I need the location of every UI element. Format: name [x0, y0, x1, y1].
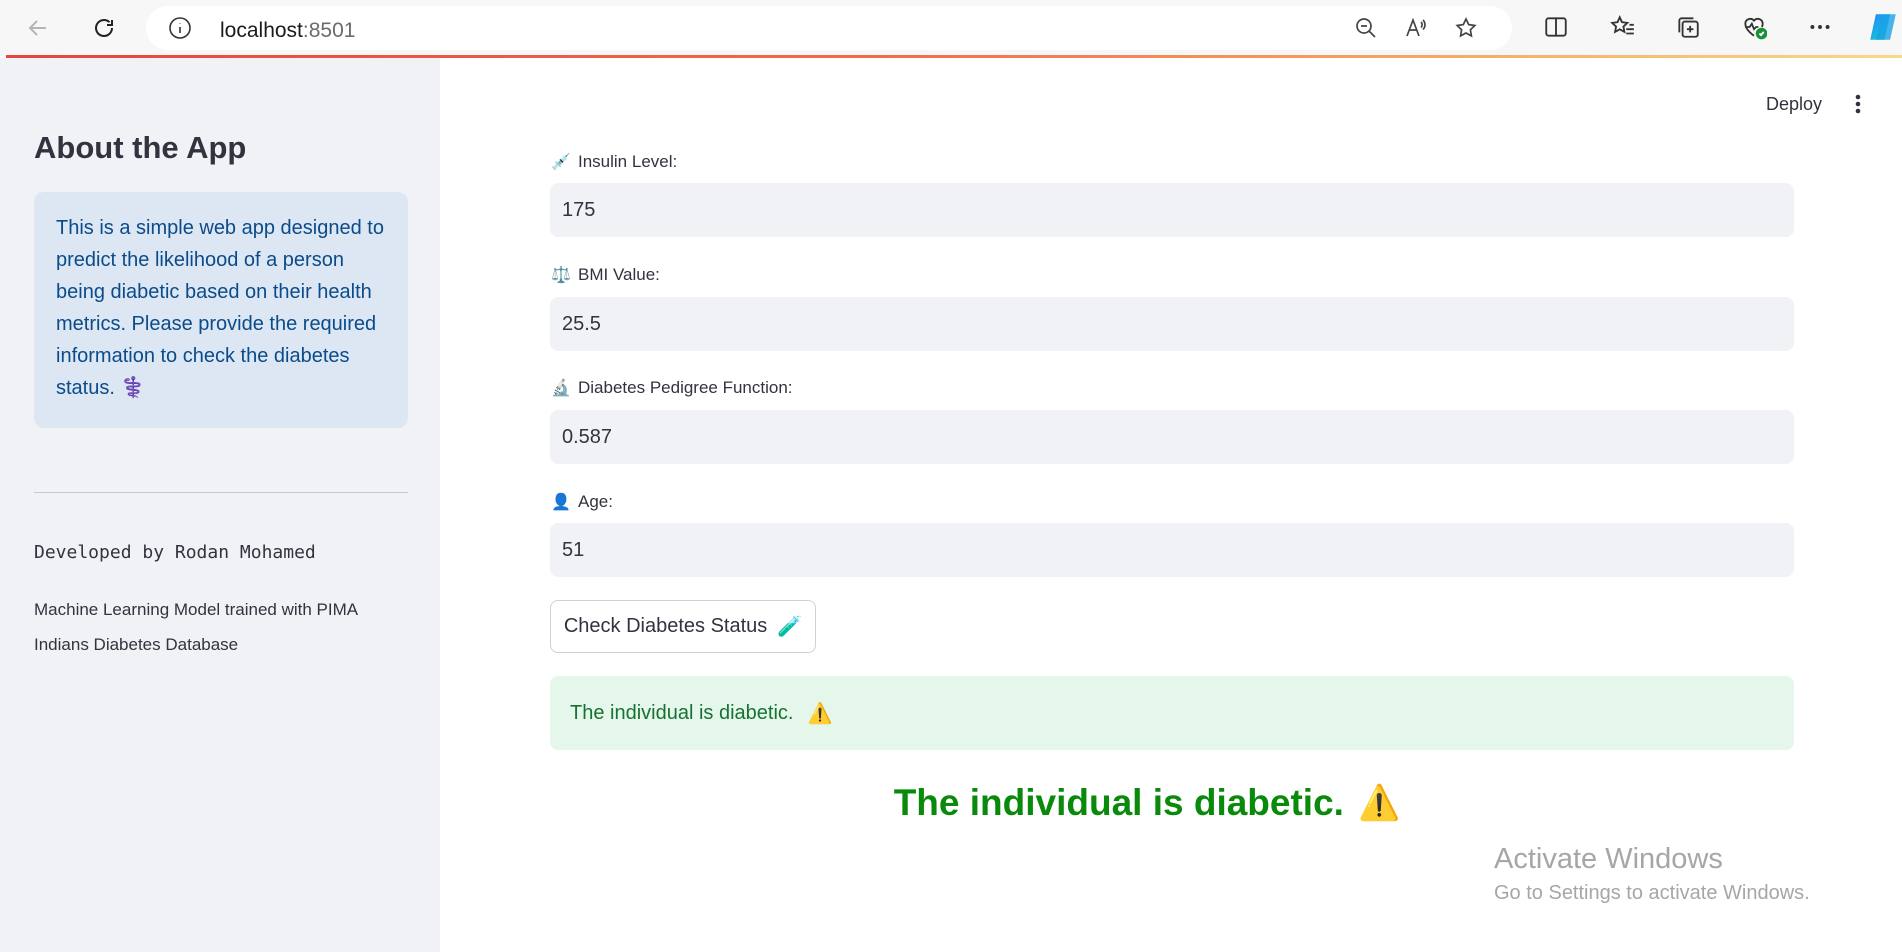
- age-label: 👤 Age:: [551, 492, 613, 511]
- browser-toolbar: localhost:8501: [0, 0, 1902, 56]
- check-diabetes-button-label: Check Diabetes Status: [563, 615, 768, 637]
- test-tube-icon: 🧪: [777, 616, 803, 638]
- age-input[interactable]: 51: [550, 523, 1794, 577]
- favorites-icon[interactable]: [1610, 14, 1636, 40]
- browser-essentials-icon[interactable]: [1741, 14, 1767, 40]
- result-headline-wrap: The individual is diabetic. ⚠️: [0, 782, 1902, 824]
- site-info-icon[interactable]: [168, 16, 192, 40]
- syringe-icon: 💉: [551, 154, 571, 171]
- result-headline: The individual is diabetic.: [893, 782, 1344, 823]
- windows-activation-watermark: Activate Windows Go to Settings to activ…: [1494, 843, 1810, 904]
- warning-icon: ⚠️: [1357, 784, 1401, 822]
- result-alert-text: The individual is diabetic.: [570, 701, 794, 724]
- sidebar-title: About the App: [34, 130, 247, 165]
- copilot-icon[interactable]: [1866, 10, 1900, 44]
- split-screen-icon[interactable]: [1543, 14, 1569, 40]
- address-bar[interactable]: localhost:8501: [146, 6, 1512, 50]
- sidebar-info-box: This is a simple web app designed to pre…: [34, 192, 408, 428]
- deploy-button[interactable]: Deploy: [1766, 94, 1822, 115]
- refresh-icon[interactable]: [86, 10, 122, 46]
- read-aloud-icon[interactable]: [1404, 16, 1428, 40]
- insulin-input[interactable]: 175: [550, 183, 1794, 237]
- pedigree-input[interactable]: 0.587: [550, 410, 1794, 464]
- person-icon: 👤: [551, 494, 571, 511]
- insulin-label: 💉 Insulin Level:: [551, 152, 678, 171]
- main-menu-icon[interactable]: [1848, 92, 1868, 116]
- collections-icon[interactable]: [1675, 14, 1701, 40]
- bmi-input[interactable]: 25.5: [550, 297, 1794, 351]
- warning-icon: ⚠️: [807, 702, 833, 725]
- result-alert: The individual is diabetic. ⚠️: [550, 676, 1794, 750]
- back-icon[interactable]: [20, 10, 56, 46]
- model-note: Machine Learning Model trained with PIMA…: [34, 600, 358, 654]
- more-options-icon[interactable]: [1807, 14, 1833, 40]
- sidebar-info-text: This is a simple web app designed to pre…: [56, 217, 384, 399]
- scale-icon: ⚖️: [551, 267, 571, 284]
- favorite-star-icon[interactable]: [1454, 16, 1478, 40]
- check-diabetes-button[interactable]: Check Diabetes Status 🧪: [550, 600, 816, 653]
- sidebar-divider: [34, 492, 408, 493]
- bmi-label: ⚖️ BMI Value:: [551, 265, 660, 284]
- url-text[interactable]: localhost:8501: [220, 19, 355, 43]
- pedigree-label: 🔬 Diabetes Pedigree Function:: [551, 378, 793, 397]
- microscope-icon: 🔬: [551, 380, 571, 397]
- zoom-out-icon[interactable]: [1354, 16, 1378, 40]
- developer-credit: Developed by Rodan Mohamed: [34, 542, 316, 563]
